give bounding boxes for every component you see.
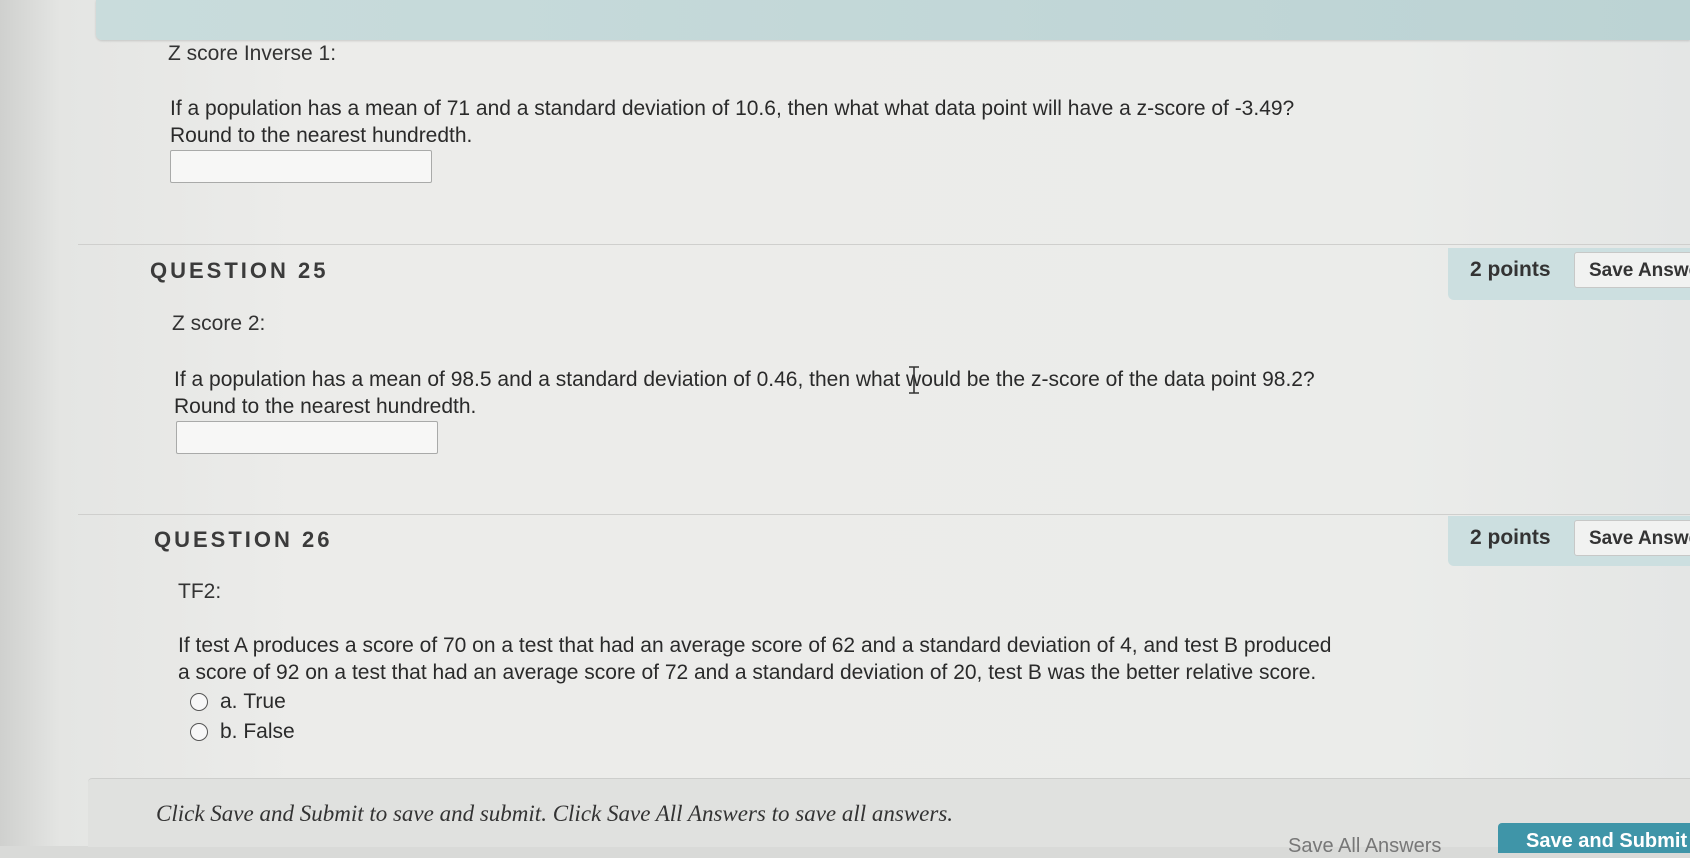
quiz-page: Z score Inverse 1: If a population has a… xyxy=(0,0,1690,857)
question-26-label: QUESTION 26 xyxy=(154,527,333,552)
option-a-label: True xyxy=(243,690,286,713)
answer-input-inverse-1[interactable] xyxy=(170,150,432,183)
question-25-points-box: 2 points Save Answer xyxy=(1448,248,1690,300)
footer-instructions: Click Save and Submit to save and submit… xyxy=(156,801,954,826)
text-cursor-icon xyxy=(909,366,919,394)
question-26-text-line1: If test A produces a score of 70 on a te… xyxy=(178,634,1332,657)
question-divider xyxy=(78,514,1690,515)
save-and-submit-button[interactable]: Save and Submit xyxy=(1498,823,1690,853)
option-a-letter: a. xyxy=(220,690,238,713)
question-26-text-line2: a score of 92 on a test that had an aver… xyxy=(178,661,1317,684)
question-25-text-line1: If a population has a mean of 98.5 and a… xyxy=(174,368,1315,391)
question-text-line1: If a population has a mean of 71 and a s… xyxy=(170,97,1295,120)
question-25-title: Z score 2: xyxy=(172,312,266,335)
question-title: Z score Inverse 1: xyxy=(168,42,337,65)
option-b-radio[interactable] xyxy=(190,723,208,741)
option-b-label: False xyxy=(243,720,295,743)
question-25-save-answer-button[interactable]: Save Answer xyxy=(1574,252,1690,288)
question-26-title: TF2: xyxy=(178,580,222,603)
question-25-label: QUESTION 25 xyxy=(150,258,329,283)
question-25-points: 2 points xyxy=(1470,258,1551,281)
option-a-radio[interactable] xyxy=(190,693,208,711)
question-text-line2: Round to the nearest hundredth. xyxy=(170,124,473,147)
question-26-points-box: 2 points Save Answer xyxy=(1448,516,1690,566)
question-divider xyxy=(78,244,1690,245)
submit-footer: Click Save and Submit to save and submit… xyxy=(88,778,1690,857)
question-26-points: 2 points xyxy=(1470,526,1551,549)
option-b-letter: b. xyxy=(220,720,238,743)
option-b-row[interactable]: b. False xyxy=(190,720,295,744)
question-25-text-line2: Round to the nearest hundredth. xyxy=(174,395,477,418)
question-25-answer-input[interactable] xyxy=(176,421,438,454)
option-a-row[interactable]: a. True xyxy=(190,690,286,714)
previous-question-header xyxy=(96,0,1690,40)
save-all-answers-button[interactable]: Save All Answers xyxy=(1288,835,1441,858)
question-26-save-answer-button[interactable]: Save Answer xyxy=(1574,520,1690,556)
